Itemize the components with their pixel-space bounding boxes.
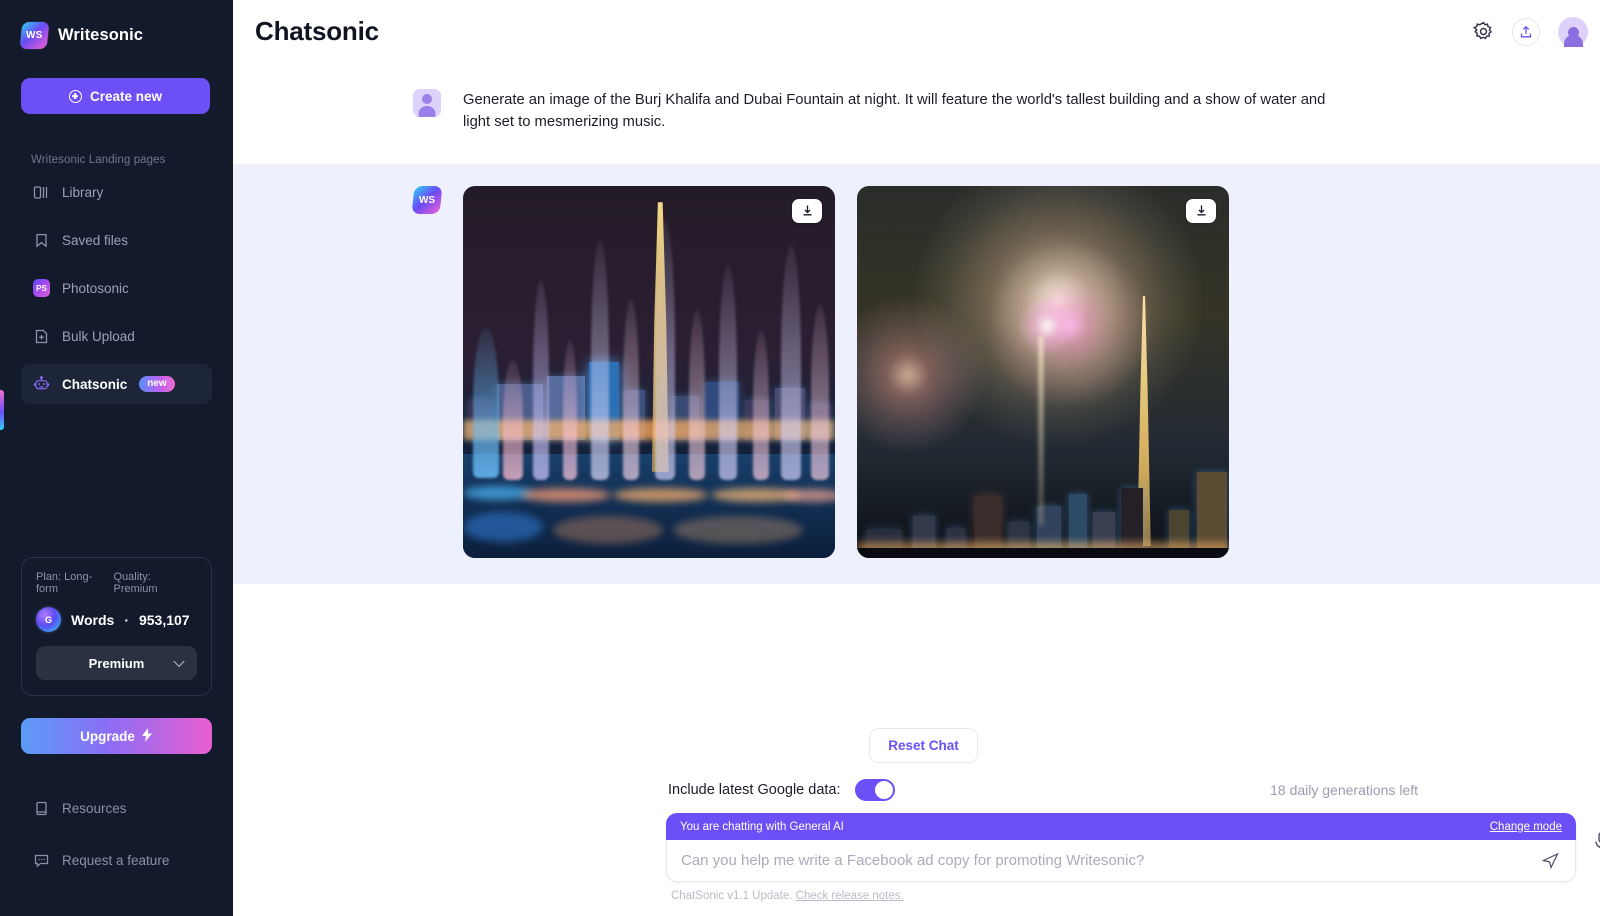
sidebar-item-saved-files[interactable]: Saved files <box>21 220 212 260</box>
sidebar-item-label: Resources <box>62 800 127 816</box>
skyline-shape <box>857 448 1229 558</box>
page-title: Chatsonic <box>255 16 379 46</box>
message-assistant: WS <box>233 163 1600 584</box>
create-new-button[interactable]: Create new <box>21 78 210 114</box>
sidebar-item-request-a-feature[interactable]: Request a feature <box>21 840 212 880</box>
microphone-icon[interactable] <box>1590 827 1600 857</box>
mode-banner-text: You are chatting with General AI <box>680 820 844 833</box>
sidebar-item-resources[interactable]: Resources <box>21 788 212 828</box>
release-notes-link[interactable]: Check release notes. <box>796 890 904 902</box>
quality-select-value: Premium <box>88 655 145 671</box>
sidebar: WS Writesonic Create new Writesonic Land… <box>0 0 233 916</box>
sidebar-item-library[interactable]: Library <box>21 172 212 212</box>
composer: You are chatting with General AI Change … <box>666 813 1576 882</box>
avatar-body <box>418 106 436 117</box>
photosonic-icon: PS <box>33 279 50 297</box>
message-user: Generate an image of the Burj Khalifa an… <box>233 63 1600 164</box>
bookmark-icon <box>33 232 50 249</box>
sidebar-item-photosonic[interactable]: PS Photosonic <box>21 268 212 308</box>
brand[interactable]: WS Writesonic <box>19 18 212 52</box>
sidebar-section-label: Writesonic Landing pages <box>31 154 166 166</box>
upgrade-label: Upgrade <box>80 728 135 744</box>
user-avatar-icon <box>413 89 441 117</box>
composer-body <box>666 840 1576 882</box>
writesonic-logo-icon: WS <box>19 21 50 49</box>
words-count: 953,107 <box>138 611 190 628</box>
sidebar-item-label: Request a feature <box>62 852 170 868</box>
logo-text: WS <box>26 29 43 41</box>
book-icon <box>33 800 50 817</box>
composer-wrap: You are chatting with General AI Change … <box>666 813 1600 882</box>
google-data-toggle[interactable] <box>854 779 895 801</box>
words-row: G Words · 953,107 <box>36 607 197 632</box>
chat-bubble-icon <box>33 852 50 869</box>
generated-image-1[interactable] <box>463 185 835 558</box>
ps-badge: PS <box>33 279 50 297</box>
writesonic-avatar-icon: WS <box>411 185 443 214</box>
mode-banner: You are chatting with General AI Change … <box>666 813 1576 840</box>
sidebar-item-chatsonic[interactable]: Chatsonic new <box>21 364 212 404</box>
send-icon[interactable] <box>1539 850 1561 872</box>
google-data-row: Include latest Google data: 18 daily gen… <box>668 779 1600 801</box>
bulk-upload-icon <box>33 328 50 345</box>
user-avatar <box>1558 16 1588 47</box>
download-button-2[interactable] <box>1186 198 1216 223</box>
gear-icon[interactable] <box>1472 21 1494 43</box>
plus-circle-icon <box>68 89 82 103</box>
reset-chat-wrap: Reset Chat <box>233 728 1600 763</box>
release-prefix: ChatSonic v1.1 Update. <box>671 890 793 902</box>
quality-select[interactable]: Premium <box>36 646 197 680</box>
robot-icon <box>33 376 50 393</box>
sidebar-item-label: Chatsonic <box>62 376 128 392</box>
words-separator: · <box>124 611 129 628</box>
reset-chat-button[interactable]: Reset Chat <box>869 728 978 763</box>
bot-logo-text: WS <box>418 194 436 206</box>
bolt-icon <box>141 727 153 745</box>
release-note: ChatSonic v1.1 Update. Check release not… <box>671 890 1600 902</box>
change-mode-link[interactable]: Change mode <box>1490 821 1562 833</box>
generated-image-2[interactable] <box>857 185 1229 558</box>
plan-label: Plan: Long-form <box>36 571 93 595</box>
sidebar-item-label: Saved files <box>62 232 129 248</box>
sidebar-item-bulk-upload[interactable]: Bulk Upload <box>21 316 212 356</box>
topbar-actions <box>1472 16 1588 47</box>
sidebar-item-label: Bulk Upload <box>62 328 135 344</box>
share-upload-icon[interactable] <box>1512 17 1540 46</box>
new-badge: new <box>139 376 175 392</box>
topbar: Chatsonic <box>233 0 1600 63</box>
main-content: Chatsonic Generate an image of the Burj … <box>233 0 1600 916</box>
plan-info-row: Plan: Long-form Quality: Premium <box>36 571 197 595</box>
google-data-label: Include latest Google data: <box>668 782 841 798</box>
avatar[interactable] <box>1558 16 1588 47</box>
download-button-1[interactable] <box>792 198 822 223</box>
credits-orb-icon: G <box>36 607 61 632</box>
chat-input[interactable] <box>681 852 1539 869</box>
avatar-body <box>1563 34 1583 47</box>
google-data-control: Include latest Google data: <box>668 779 895 801</box>
sidebar-item-label: Library <box>62 184 104 200</box>
sidebar-item-label: Photosonic <box>62 280 129 296</box>
user-message-text: Generate an image of the Burj Khalifa an… <box>463 92 1326 131</box>
chat-area: Generate an image of the Burj Khalifa an… <box>233 63 1600 728</box>
sidebar-bottom-nav: Resources Request a feature <box>21 788 212 892</box>
app-root: WS Writesonic Create new Writesonic Land… <box>0 0 1600 916</box>
brand-name: Writesonic <box>58 25 144 44</box>
plan-card: Plan: Long-form Quality: Premium G Words… <box>21 557 212 696</box>
words-label: Words <box>71 611 115 628</box>
avatar-head <box>422 94 432 104</box>
active-nav-marker <box>0 390 4 430</box>
library-icon <box>33 184 50 201</box>
upgrade-button[interactable]: Upgrade <box>21 718 212 754</box>
quality-label: Quality: Premium <box>113 571 158 595</box>
create-new-label: Create new <box>89 88 163 104</box>
composer-footer: Reset Chat Include latest Google data: 1… <box>233 728 1600 916</box>
generations-left-text: 18 daily generations left <box>1270 782 1418 798</box>
generated-images-row <box>463 185 1229 558</box>
toggle-knob <box>874 781 893 799</box>
chevron-down-icon <box>173 655 185 668</box>
